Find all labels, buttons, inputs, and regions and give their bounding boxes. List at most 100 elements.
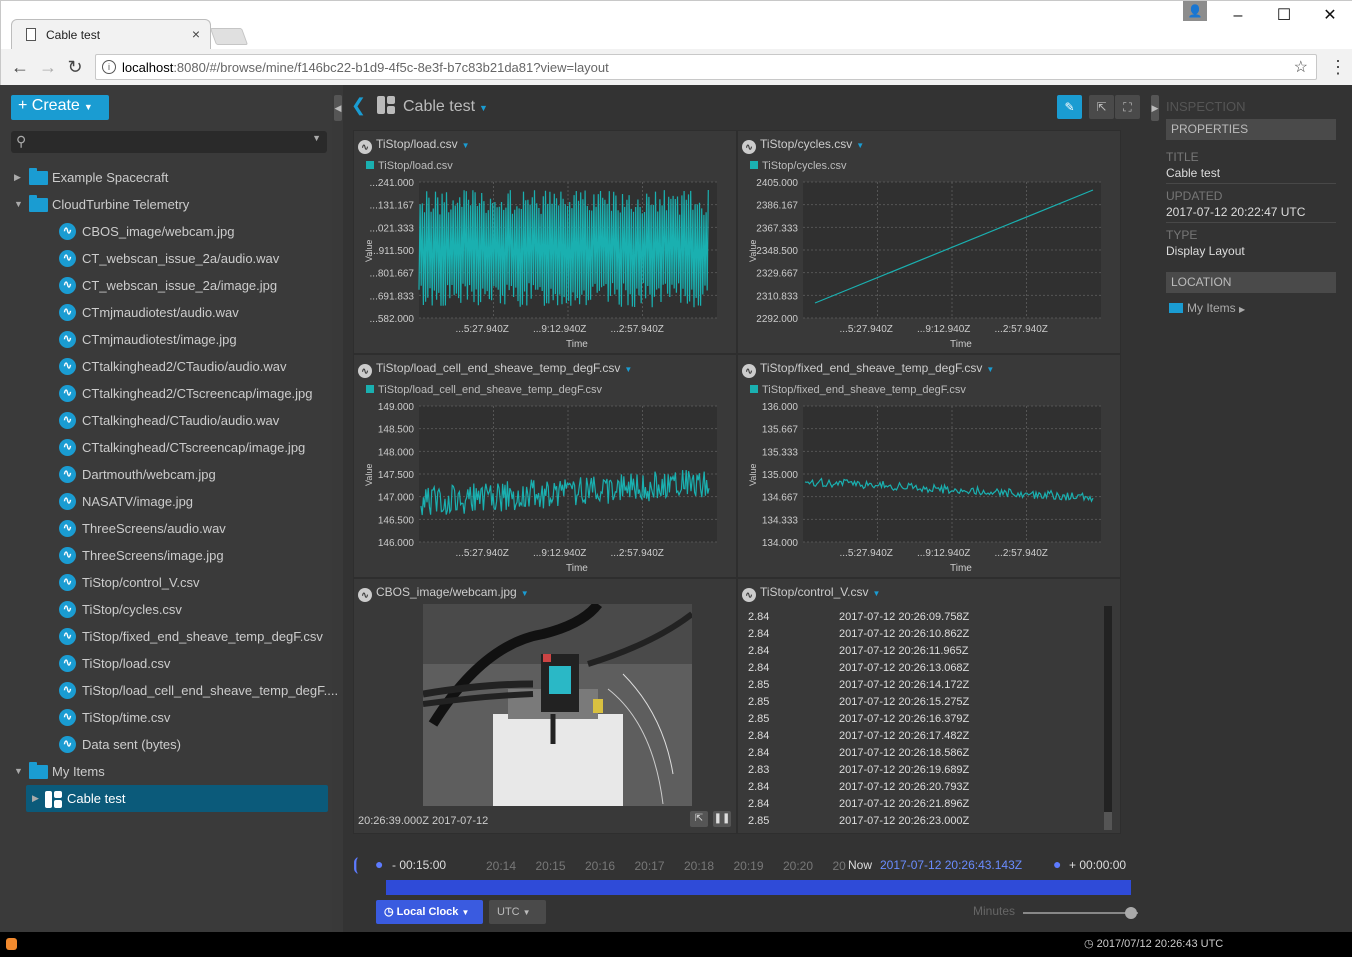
plot-chart[interactable]: ...241.000 ...131.167 ...021.333 ...911.500… (354, 173, 738, 355)
chevron-down-icon[interactable]: ▼ (312, 133, 321, 143)
chevron-down-icon[interactable]: ▼ (14, 191, 23, 218)
inspector-collapse-handle[interactable]: ▶ (1151, 95, 1159, 121)
table-row[interactable]: 2.85 2017-07-12 20:26:14.172Z (744, 677, 1108, 694)
scrollbar-thumb[interactable] (1104, 606, 1112, 812)
time-range-bar[interactable] (386, 880, 1131, 895)
tree-item[interactable]: ▶ Cable test (26, 785, 328, 812)
back-arrow-icon[interactable]: ← (9, 57, 31, 78)
zoom-slider-knob[interactable] (1124, 907, 1137, 919)
tree-item[interactable]: ∿ ThreeScreens/audio.wav (0, 515, 332, 542)
close-window-icon[interactable]: ✕ (1307, 1, 1352, 31)
chevron-down-icon[interactable]: ▼ (14, 758, 23, 785)
tree-item[interactable]: ∿ TiStop/time.csv (0, 704, 332, 731)
tree-item[interactable]: ∿ TiStop/cycles.csv (0, 596, 332, 623)
bookmark-star-icon[interactable]: ☆ (1294, 57, 1308, 77)
left-pane-collapse-handle[interactable]: ◀ (334, 95, 342, 121)
search-input[interactable]: ⚲ ▼ (11, 131, 327, 153)
tree-item[interactable]: ∿ Data sent (bytes) (0, 731, 332, 758)
frame-title: ∿ TiStop/cycles.csv ▼ (742, 137, 864, 154)
tree-item[interactable]: ∿ TiStop/load.csv (0, 650, 332, 677)
table-row[interactable]: 2.84 2017-07-12 20:26:20.793Z (744, 779, 1108, 796)
info-icon[interactable]: i (102, 60, 116, 74)
tree-item[interactable]: ∿ CTtalkinghead/CTscreencap/image.jpg (0, 434, 332, 461)
new-window-button[interactable]: ⇱ (1089, 95, 1114, 119)
open-new-window-icon[interactable]: ⇱ (690, 811, 708, 827)
tree-item[interactable]: ∿ CT_webscan_issue_2a/audio.wav (0, 245, 332, 272)
chevron-right-icon[interactable]: ▶ (14, 164, 21, 191)
chevron-right-icon[interactable]: ▶ (32, 785, 39, 812)
pause-icon[interactable]: ❚❚ (713, 811, 731, 827)
table-row[interactable]: 2.84 2017-07-12 20:26:11.965Z (744, 643, 1108, 660)
time-tick-label: 20:15 (535, 859, 566, 873)
user-icon[interactable]: 👤 (1183, 1, 1207, 21)
table-row[interactable]: 2.84 2017-07-12 20:26:18.586Z (744, 745, 1108, 762)
tree-item[interactable]: ∿ CTtalkinghead2/CTaudio/audio.wav (0, 353, 332, 380)
tree-item[interactable]: ∿ CBOS_image/webcam.jpg (0, 218, 332, 245)
plot-frame: ∿ TiStop/load_cell_end_sheave_temp_degF.c… (353, 354, 737, 578)
database-icon[interactable] (6, 938, 17, 950)
back-chevron-icon[interactable]: ❮ (351, 95, 366, 115)
chevron-down-icon[interactable]: ▼ (986, 365, 994, 374)
table-row[interactable]: 2.84 2017-07-12 20:26:13.068Z (744, 660, 1108, 677)
properties-section[interactable]: PROPERTIES (1166, 119, 1336, 140)
plot-legend: TiStop/cycles.csv (750, 160, 847, 172)
chevron-down-icon[interactable]: ▼ (873, 589, 881, 598)
tree-item[interactable]: ▼ CloudTurbine Telemetry (0, 191, 332, 218)
new-tab-button[interactable] (209, 28, 249, 45)
plot-chart[interactable]: 149.000 148.500 148.000 147.500 147.000 146.5… (354, 397, 738, 579)
now-value: 2017-07-12 20:26:43.143Z (880, 858, 1023, 872)
browser-tab[interactable]: Cable test × (11, 19, 211, 49)
clock-mode-button[interactable]: ◷ Local Clock ▼ (376, 900, 483, 924)
tree-item[interactable]: ∿ TiStop/load_cell_end_sheave_temp_degF..… (0, 677, 338, 704)
table-row[interactable]: 2.84 2017-07-12 20:26:21.896Z (744, 796, 1108, 813)
location-section[interactable]: LOCATION (1166, 272, 1336, 293)
maximize-icon[interactable]: ☐ (1261, 1, 1307, 31)
reload-icon[interactable]: ↻ (64, 57, 86, 78)
forward-arrow-icon[interactable]: → (37, 57, 59, 78)
table-row[interactable]: 2.83 2017-07-12 20:26:19.689Z (744, 762, 1108, 779)
edit-pencil-button[interactable]: ✎ (1057, 95, 1082, 119)
tree-item[interactable]: ∿ TiStop/control_V.csv (0, 569, 332, 596)
close-tab-icon[interactable]: × (192, 26, 200, 42)
table-row[interactable]: 2.84 2017-07-12 20:26:17.482Z (744, 728, 1108, 745)
table-row[interactable]: 2.85 2017-07-12 20:26:23.000Z (744, 813, 1108, 830)
search-icon: ⚲ (16, 133, 27, 149)
y-tick-label: 134.000 (762, 538, 799, 549)
timezone-button[interactable]: UTC ▼ (489, 900, 546, 924)
table-row[interactable]: 2.85 2017-07-12 20:26:16.379Z (744, 711, 1108, 728)
tree-item[interactable]: ∿ CTmjmaudiotest/audio.wav (0, 299, 332, 326)
table-row[interactable]: 2.84 2017-07-12 20:26:09.758Z (744, 609, 1108, 626)
chevron-down-icon[interactable]: ▼ (462, 141, 470, 150)
location-link[interactable]: My Items ▶ (1169, 301, 1245, 315)
start-delta[interactable]: - 00:15:00 (392, 858, 446, 872)
tree-item[interactable]: ▼ My Items (0, 758, 332, 785)
x-tick-label: ...5:27.940Z (840, 324, 893, 335)
browser-menu-icon[interactable]: ⋮ (1329, 57, 1347, 78)
plot-chart[interactable]: 136.000 135.667 135.333 135.000 134.667 134.3… (738, 397, 1122, 579)
zoom-slider[interactable] (1023, 907, 1138, 919)
tree-item[interactable]: ∿ CTmjmaudiotest/image.jpg (0, 326, 332, 353)
chevron-down-icon[interactable]: ▼ (479, 103, 488, 113)
tree-item[interactable]: ▶ Example Spacecraft (0, 164, 332, 191)
tree-item[interactable]: ∿ CTtalkinghead2/CTscreencap/image.jpg (0, 380, 332, 407)
table-row[interactable]: 2.84 2017-07-12 20:26:10.862Z (744, 626, 1108, 643)
fullscreen-button[interactable]: ⛶ (1115, 95, 1140, 119)
tree-item[interactable]: ∿ TiStop/fixed_end_sheave_temp_degF.csv (0, 623, 332, 650)
folder-icon (29, 168, 48, 185)
chevron-down-icon[interactable]: ▼ (856, 141, 864, 150)
tree-item[interactable]: ∿ ThreeScreens/image.jpg (0, 542, 332, 569)
create-button[interactable]: + Create ▼ (11, 95, 109, 120)
tree-item[interactable]: ∿ Dartmouth/webcam.jpg (0, 461, 332, 488)
tree-item[interactable]: ∿ CTtalkinghead/CTaudio/audio.wav (0, 407, 332, 434)
chevron-down-icon[interactable]: ▼ (624, 365, 632, 374)
table-scrollbar[interactable] (1104, 606, 1112, 830)
tree-item[interactable]: ∿ CT_webscan_issue_2a/image.jpg (0, 272, 332, 299)
tree-item[interactable]: ∿ NASATV/image.jpg (0, 488, 332, 515)
address-bar[interactable]: i localhost:8080/#/browse/mine/f146bc22-… (95, 54, 1317, 80)
table-row[interactable]: 2.85 2017-07-12 20:26:15.275Z (744, 694, 1108, 711)
end-delta[interactable]: + 00:00:00 (1069, 858, 1126, 872)
layout-icon (376, 96, 395, 114)
plot-chart[interactable]: 2405.000 2386.167 2367.333 2348.500 2329.667… (738, 173, 1122, 355)
chevron-down-icon[interactable]: ▼ (521, 589, 529, 598)
minimize-icon[interactable]: – (1215, 1, 1261, 31)
